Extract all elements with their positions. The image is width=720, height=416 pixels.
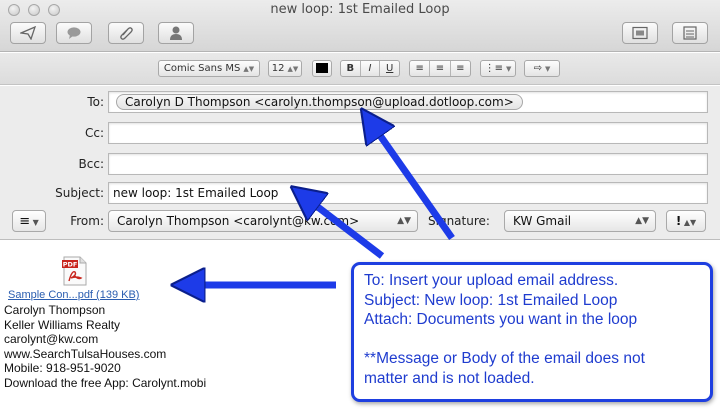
align-left-icon[interactable]: ≡ <box>410 61 431 76</box>
indent-arrow-icon: ⇨ <box>533 63 542 74</box>
signature-select[interactable]: KW Gmail ▲▼ <box>504 210 656 232</box>
font-family-select[interactable]: Comic Sans MS ▲▼ <box>158 60 260 77</box>
list-style-select[interactable]: ⋮≡ ▼ <box>480 60 516 77</box>
signature-label: Signature: <box>428 214 490 228</box>
to-recipient-token[interactable]: Carolyn D Thompson <carolyn.thompson@upl… <box>116 94 523 110</box>
from-select[interactable]: Carolyn Thompson <carolynt@kw.com> ▲▼ <box>108 210 418 232</box>
pdf-file-icon[interactable]: PDF <box>62 256 88 286</box>
stationery-button[interactable] <box>672 22 708 44</box>
signature-line: Mobile: 918-951-9020 <box>4 361 121 375</box>
text-color-button[interactable] <box>312 60 332 77</box>
to-label: To: <box>87 95 104 109</box>
callout-line: To: Insert your upload email address. <box>364 272 619 289</box>
italic-button[interactable]: I <box>361 61 381 76</box>
color-swatch-icon <box>316 63 328 73</box>
chevron-updown-icon: ▲▼ <box>397 216 411 226</box>
paperclip-icon <box>120 27 133 40</box>
instruction-callout: To: Insert your upload email address. Su… <box>351 262 713 402</box>
callout-line: **Message or Body of the email does not <box>364 350 645 368</box>
indent-select[interactable]: ⇨ ▼ <box>524 60 560 77</box>
signature-line: www.SearchTulsaHouses.com <box>4 346 167 361</box>
from-label: From: <box>70 214 104 228</box>
bcc-label: Bcc: <box>78 157 104 171</box>
callout-line <box>364 330 710 350</box>
text-style-group: B I U <box>340 60 400 77</box>
send-icon <box>20 26 36 40</box>
align-right-icon[interactable]: ≡ <box>451 61 470 76</box>
send-button[interactable] <box>10 22 46 44</box>
to-field[interactable]: Carolyn D Thompson <carolyn.thompson@upl… <box>108 91 708 113</box>
signature-line: carolynt@kw.com <box>4 332 99 346</box>
cc-field[interactable] <box>108 122 708 144</box>
callout-line: Attach: Documents you want in the loop <box>364 311 638 329</box>
stationery-icon <box>683 26 697 40</box>
subject-field[interactable]: new loop: 1st Emailed Loop <box>108 182 708 204</box>
signature-line: Carolyn Thompson <box>4 303 106 317</box>
photo-browser-button[interactable] <box>622 22 658 44</box>
window-title: new loop: 1st Emailed Loop <box>270 2 450 17</box>
person-icon <box>170 26 182 40</box>
signature-line: Keller Williams Realty <box>4 317 121 332</box>
align-center-icon[interactable]: ≡ <box>430 61 451 76</box>
priority-select[interactable]: ! ▲▼ <box>666 210 706 232</box>
underline-button[interactable]: U <box>380 61 399 76</box>
reply-button[interactable] <box>56 22 92 44</box>
speech-bubble-icon <box>67 27 81 39</box>
font-family-value: Comic Sans MS <box>163 63 241 74</box>
attachment-link[interactable]: Sample Con...pdf (139 KB) <box>8 289 139 301</box>
format-bar: Comic Sans MS ▲▼ 12 ▲▼ B I U ≡ ≡ ≡ ⋮≡ ▼ ⇨ ▼ <box>0 53 720 85</box>
chevron-updown-icon: ▲▼ <box>635 216 649 226</box>
bulleted-list-icon: ⋮≡ <box>484 63 503 74</box>
from-value: Carolyn Thompson <carolynt@kw.com> <box>117 214 360 228</box>
signature-line: Download the free App: Carolynt.mobi <box>4 375 207 390</box>
title-bar: new loop: 1st Emailed Loop <box>0 0 720 52</box>
subject-label: Subject: <box>55 186 104 200</box>
pdf-badge-text: PDF <box>63 261 78 269</box>
cc-label: Cc: <box>84 126 104 140</box>
attach-button[interactable] <box>108 22 144 44</box>
photo-icon <box>632 26 648 40</box>
alignment-group: ≡ ≡ ≡ <box>409 60 471 77</box>
bold-button[interactable]: B <box>341 61 361 76</box>
signature-value: KW Gmail <box>513 214 572 228</box>
address-button[interactable] <box>158 22 194 44</box>
font-size-select[interactable]: 12 ▲▼ <box>268 60 302 77</box>
font-size-value: 12 <box>271 63 285 74</box>
callout-line: Subject: New loop: 1st Emailed Loop <box>364 291 618 309</box>
callout-line: matter and is not loaded. <box>364 369 535 387</box>
bcc-field[interactable] <box>108 153 708 175</box>
